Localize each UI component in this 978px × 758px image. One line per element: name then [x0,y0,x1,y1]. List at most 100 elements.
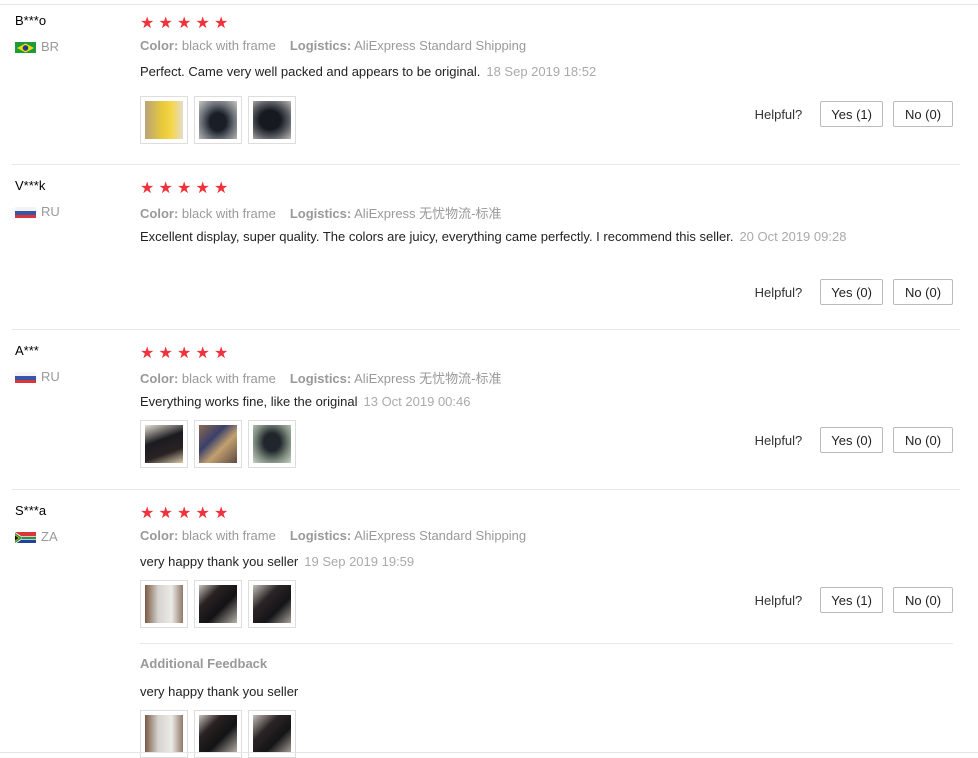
review-photo[interactable] [194,96,242,144]
additional-feedback-divider [140,643,953,644]
star-icon: ★ [158,505,173,522]
star-icon: ★ [195,180,210,197]
helpful-yes-button[interactable]: Yes (1) [820,101,883,127]
review-date: 18 Sep 2019 18:52 [486,64,597,79]
helpful-vote: Helpful? Yes (1) No (0) [755,587,953,613]
helpful-vote: Helpful? Yes (0) No (0) [755,279,953,305]
helpful-label: Helpful? [754,592,803,608]
order-info: Color: black with frame Logistics: AliExp… [140,528,526,543]
review-item: B***o BR ★ ★ ★ ★ ★ Color: black with frame Lo… [0,0,978,165]
star-icon: ★ [140,505,155,522]
review-photo[interactable] [140,420,188,468]
review-date: 13 Oct 2019 00:46 [363,394,471,409]
logistics-label: Logistics: [289,38,352,53]
helpful-no-button[interactable]: No (0) [893,279,953,305]
country-code: RU [41,204,60,219]
helpful-yes-button[interactable]: Yes (0) [820,427,883,453]
logistics-label: Logistics: [289,371,352,386]
review-photo[interactable] [248,96,296,144]
review-content: Everything works fine, like the original [140,394,358,409]
helpful-no-button[interactable]: No (0) [893,587,953,613]
review-date: 19 Sep 2019 19:59 [304,554,415,569]
review-content: Perfect. Came very well packed and appea… [140,64,481,79]
star-icon: ★ [158,345,173,362]
order-info: Color: black with frame Logistics: AliExp… [140,368,502,387]
review-content: very happy thank you seller [140,554,299,569]
star-icon: ★ [195,15,210,32]
reviewer-name: B***o [15,13,47,28]
star-icon: ★ [195,505,210,522]
review-photo[interactable] [140,710,188,758]
helpful-no-button[interactable]: No (0) [893,427,953,453]
star-icon: ★ [177,180,192,197]
helpful-label: Helpful? [754,432,803,448]
logistics-label: Logistics: [289,528,352,543]
helpful-label: Helpful? [754,284,803,300]
star-rating: ★ ★ ★ ★ ★ [140,346,231,362]
review-photo[interactable] [140,580,188,628]
review-photo[interactable] [248,420,296,468]
helpful-label: Helpful? [754,106,803,122]
helpful-yes-button[interactable]: Yes (1) [820,587,883,613]
star-icon: ★ [195,345,210,362]
color-value: black with frame [181,371,276,386]
russia-flag-icon [15,206,36,218]
reviewer-name: S***a [15,503,47,518]
helpful-vote: Helpful? Yes (1) No (0) [755,101,953,127]
reviewer-country: ZA [15,529,58,544]
star-icon: ★ [158,15,173,32]
helpful-no-button[interactable]: No (0) [893,101,953,127]
color-value: black with frame [181,206,276,221]
star-icon: ★ [158,180,173,197]
star-icon: ★ [177,345,192,362]
south-africa-flag-icon [15,531,36,543]
star-icon: ★ [177,505,192,522]
review-photo[interactable] [248,710,296,758]
review-text: Excellent display, super quality. The co… [140,228,852,245]
review-photo[interactable] [140,96,188,144]
review-photo[interactable] [194,710,242,758]
color-label: Color: [140,371,179,386]
country-code: RU [41,369,60,384]
star-icon: ★ [140,15,155,32]
review-item: V***k RU ★ ★ ★ ★ ★ Color: black with frame Lo… [0,165,978,330]
star-rating: ★ ★ ★ ★ ★ [140,16,231,32]
color-value: black with frame [181,38,276,53]
review-item: S***a ZA ★ ★ ★ ★ ★ Color: black with frame Lo… [0,490,978,758]
review-date: 20 Oct 2019 09:28 [739,229,847,244]
color-label: Color: [140,38,179,53]
additional-feedback-title: Additional Feedback [140,656,268,671]
star-icon: ★ [214,505,229,522]
review-photo[interactable] [248,580,296,628]
reviewer-name: V***k [15,178,46,193]
review-photo[interactable] [194,580,242,628]
star-icon: ★ [214,345,229,362]
helpful-vote: Helpful? Yes (0) No (0) [755,427,953,453]
star-icon: ★ [177,15,192,32]
brazil-flag-icon [15,41,36,53]
logistics-value: AliExpress Standard Shipping [354,38,527,53]
logistics-label: Logistics: [289,206,352,221]
review-photo[interactable] [194,420,242,468]
bottom-divider [0,752,978,753]
country-code: ZA [41,529,58,544]
color-label: Color: [140,206,179,221]
order-info: Color: black with frame Logistics: AliExp… [140,38,526,53]
star-icon: ★ [214,180,229,197]
order-info: Color: black with frame Logistics: AliExp… [140,203,502,222]
color-label: Color: [140,528,179,543]
country-code: BR [41,39,60,54]
review-photos [140,420,296,468]
review-content: Excellent display, super quality. The co… [140,229,734,244]
reviewer-country: RU [15,369,60,384]
review-text: Perfect. Came very well packed and appea… [140,63,852,80]
star-rating: ★ ★ ★ ★ ★ [140,181,231,197]
logistics-value: AliExpress 无忧物流-标准 [354,206,502,221]
reviewer-name: A*** [15,343,39,358]
reviewer-country: BR [15,39,59,54]
color-value: black with frame [181,528,276,543]
review-item: A*** RU ★ ★ ★ ★ ★ Color: black with frame Log… [0,330,978,490]
helpful-yes-button[interactable]: Yes (0) [820,279,883,305]
russia-flag-icon [15,371,36,383]
star-icon: ★ [140,180,155,197]
